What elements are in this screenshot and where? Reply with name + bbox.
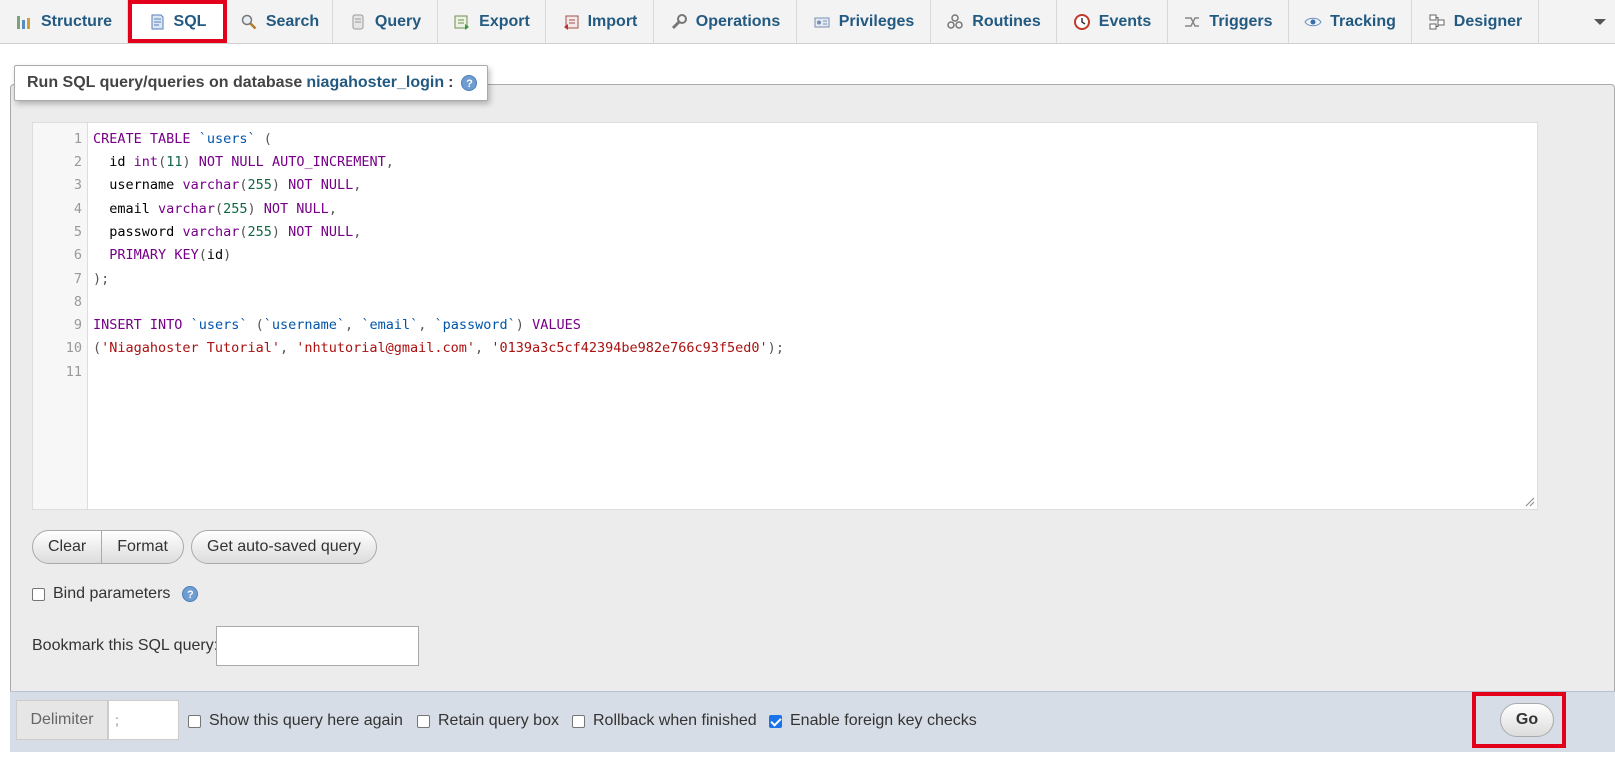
format-button[interactable]: Format	[101, 531, 183, 563]
wrench-icon	[671, 13, 687, 29]
line-number-gutter: 1 2 3 4 5 6 7 8 9 10 11	[33, 123, 88, 509]
bookmark-label: Bookmark this SQL query:	[32, 637, 219, 654]
retain-query-box-checkbox[interactable]	[417, 714, 430, 728]
bind-parameters-row: Bind parameters ?	[32, 585, 199, 603]
resize-handle-icon[interactable]	[1525, 497, 1535, 507]
line-number: 7	[73, 271, 82, 287]
show-query-checkbox[interactable]	[188, 714, 201, 728]
triggers-icon	[1185, 16, 1200, 27]
privileges-icon	[814, 17, 830, 27]
tab-triggers[interactable]: Triggers	[1168, 0, 1289, 43]
tab-structure[interactable]: Structure	[0, 0, 128, 43]
code-line: PRIMARY KEY(id)	[109, 247, 232, 263]
more-tabs-button[interactable]	[1585, 0, 1615, 43]
tab-label: Tracking	[1330, 12, 1396, 30]
autosaved-group: Get auto-saved query	[191, 530, 377, 564]
search-icon	[241, 14, 257, 29]
routines-icon	[947, 13, 964, 29]
export-icon	[454, 15, 470, 30]
line-number: 10	[65, 340, 82, 356]
line-number: 4	[73, 201, 82, 217]
designer-icon	[1429, 14, 1445, 29]
panel-legend: Run SQL query/queries on database niagah…	[14, 65, 488, 101]
option-label: Rollback when finished	[593, 712, 757, 729]
option-label: Enable foreign key checks	[790, 712, 977, 729]
code-line: id int(11) NOT NULL AUTO_INCREMENT,	[109, 154, 394, 170]
code-line: ('Niagahoster Tutorial', 'nhtutorial@gma…	[93, 340, 784, 356]
legend-text: Run SQL query/queries on database	[27, 74, 303, 91]
tab-bar: Structure SQL Search Query Export Import…	[0, 0, 1615, 44]
code-line: INSERT INTO `users` (`username`, `email`…	[93, 317, 581, 333]
clock-icon	[1073, 13, 1090, 30]
tab-label: Export	[479, 12, 530, 30]
code-line: password varchar(255) NOT NULL,	[109, 224, 362, 240]
database-link[interactable]: niagahoster_login	[306, 74, 444, 92]
tab-label: Events	[1098, 12, 1152, 30]
line-number: 2	[73, 154, 82, 170]
help-icon[interactable]: ?	[461, 75, 478, 91]
structure-icon	[16, 15, 30, 29]
tab-operations[interactable]: Operations	[654, 0, 797, 43]
line-number: 9	[73, 317, 82, 333]
delimiter-label: Delimiter	[16, 700, 108, 740]
code-line: );	[93, 271, 110, 287]
sql-editor[interactable]: 1 2 3 4 5 6 7 8 9 10 11 CREATE TABLE `us…	[32, 122, 1538, 510]
help-icon[interactable]: ?	[182, 586, 199, 602]
line-number: 5	[73, 224, 82, 240]
tab-label: Structure	[40, 12, 113, 30]
page-bottom-strip	[0, 752, 1615, 775]
line-number: 11	[65, 364, 82, 380]
tab-query[interactable]: Query	[333, 0, 438, 43]
import-icon	[563, 15, 579, 30]
tab-tracking[interactable]: Tracking	[1289, 0, 1412, 43]
tab-export[interactable]: Export	[438, 0, 546, 43]
tab-privileges[interactable]: Privileges	[797, 0, 931, 43]
bind-parameters-label: Bind parameters	[53, 585, 171, 602]
option-retain-query-box: Retain query box	[417, 712, 559, 730]
eye-icon	[1304, 17, 1322, 26]
clear-button[interactable]: Clear	[33, 531, 101, 563]
chevron-down-icon	[1594, 18, 1606, 25]
line-number: 3	[73, 177, 82, 193]
get-autosaved-query-button[interactable]: Get auto-saved query	[192, 531, 376, 563]
bind-parameters-checkbox[interactable]	[32, 587, 45, 601]
option-foreign-key-checks: Enable foreign key checks	[769, 712, 977, 730]
delimiter-input[interactable]	[108, 700, 179, 740]
tab-routines[interactable]: Routines	[931, 0, 1057, 43]
tab-label: Designer	[1453, 12, 1523, 30]
line-number: 6	[73, 247, 82, 263]
query-icon	[352, 14, 364, 29]
tab-label: Triggers	[1209, 12, 1273, 30]
tab-import[interactable]: Import	[546, 0, 654, 43]
tab-label: Operations	[695, 12, 781, 30]
option-label: Show this query here again	[209, 712, 403, 729]
tab-label: Routines	[972, 12, 1041, 30]
bookmark-input[interactable]	[216, 626, 419, 666]
tab-designer[interactable]: Designer	[1412, 0, 1539, 43]
rollback-checkbox[interactable]	[572, 714, 585, 728]
legend-colon: :	[448, 74, 454, 91]
tab-label: Query	[374, 12, 422, 30]
tab-search[interactable]: Search	[227, 0, 333, 43]
tab-label: SQL	[173, 12, 207, 30]
code-line: email varchar(255) NOT NULL,	[109, 201, 337, 217]
option-rollback: Rollback when finished	[572, 712, 757, 730]
foreign-key-checks-checkbox[interactable]	[769, 714, 782, 728]
tab-events[interactable]: Events	[1057, 0, 1168, 43]
tab-label: Import	[587, 12, 638, 30]
line-number: 8	[73, 294, 82, 310]
tab-label: Privileges	[838, 12, 915, 30]
tab-label: Search	[265, 12, 320, 30]
tab-sql[interactable]: SQL	[128, 0, 227, 43]
code-line: username varchar(255) NOT NULL,	[109, 177, 362, 193]
option-show-query: Show this query here again	[188, 712, 403, 730]
go-button[interactable]: Go	[1500, 703, 1554, 737]
clear-format-group: Clear Format	[32, 530, 184, 564]
line-number: 1	[73, 131, 82, 147]
option-label: Retain query box	[438, 712, 559, 729]
sql-icon	[151, 14, 164, 29]
code-line: CREATE TABLE `users` (	[93, 131, 272, 147]
